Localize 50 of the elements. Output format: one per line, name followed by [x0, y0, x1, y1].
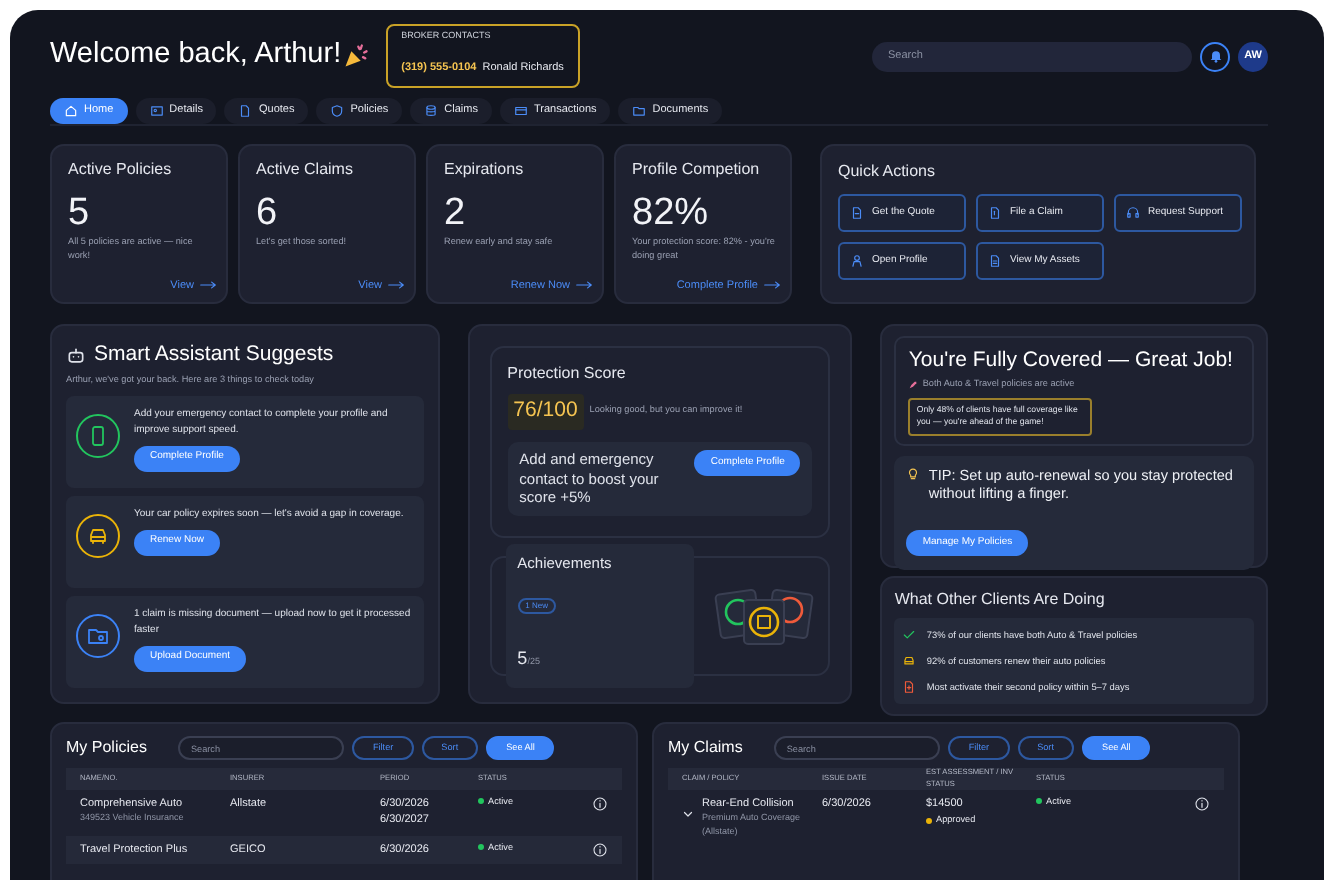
achievement-count: 5	[517, 647, 528, 668]
id-card-icon	[149, 104, 164, 118]
page-title: Welcome back, Arthur!	[50, 36, 342, 75]
document-icon	[238, 104, 253, 118]
robot-icon	[66, 345, 86, 366]
document-icon	[988, 254, 1002, 268]
stat-value: 6	[256, 194, 280, 236]
card-icon	[513, 104, 528, 118]
card-title: My Claims	[668, 736, 743, 760]
stat-title: Active Claims	[256, 158, 355, 182]
folder-search-icon	[86, 623, 110, 648]
chevron-down-icon	[682, 808, 694, 820]
shield-icon	[330, 104, 345, 118]
headset-icon	[1126, 206, 1140, 220]
car-icon	[86, 523, 110, 548]
card-title: Quick Actions	[838, 160, 937, 184]
document-icon	[902, 680, 917, 694]
notification-button[interactable]	[1200, 41, 1230, 71]
bell-icon	[1207, 48, 1223, 64]
stat-title: Profile Competion	[632, 158, 762, 182]
car-icon	[902, 654, 917, 668]
document-icon	[850, 206, 864, 220]
folder-icon	[632, 104, 647, 118]
arrow-right-icon	[576, 280, 592, 291]
stat-title: Active Policies	[68, 158, 174, 182]
card-title: Smart Assistant Suggests	[94, 340, 334, 370]
info-icon	[592, 796, 608, 812]
card-title: My Policies	[66, 736, 147, 760]
arrow-right-icon	[200, 280, 216, 291]
stat-title: Expirations	[444, 158, 526, 182]
home-icon	[64, 104, 78, 118]
arrow-right-icon	[764, 280, 780, 291]
stat-value: 5	[68, 194, 92, 236]
check-icon	[902, 628, 917, 642]
score-value: 76/100	[507, 394, 584, 430]
arrow-right-icon	[388, 280, 404, 291]
lightbulb-icon	[906, 465, 921, 482]
party-popper-icon	[341, 42, 370, 70]
phone-icon	[86, 423, 110, 448]
database-icon	[424, 104, 439, 118]
stat-value: 82%	[632, 194, 711, 236]
stat-value: 2	[444, 194, 468, 236]
card-title: Protection Score	[507, 362, 628, 386]
info-icon	[1194, 796, 1210, 812]
badges-drawing	[714, 586, 815, 646]
coverage-title: You're Fully Covered — Great Job!	[908, 346, 1235, 376]
card-title: What Other Clients Are Doing	[894, 588, 1107, 612]
info-icon	[592, 841, 608, 857]
person-icon	[850, 254, 864, 268]
document-icon	[988, 206, 1002, 220]
